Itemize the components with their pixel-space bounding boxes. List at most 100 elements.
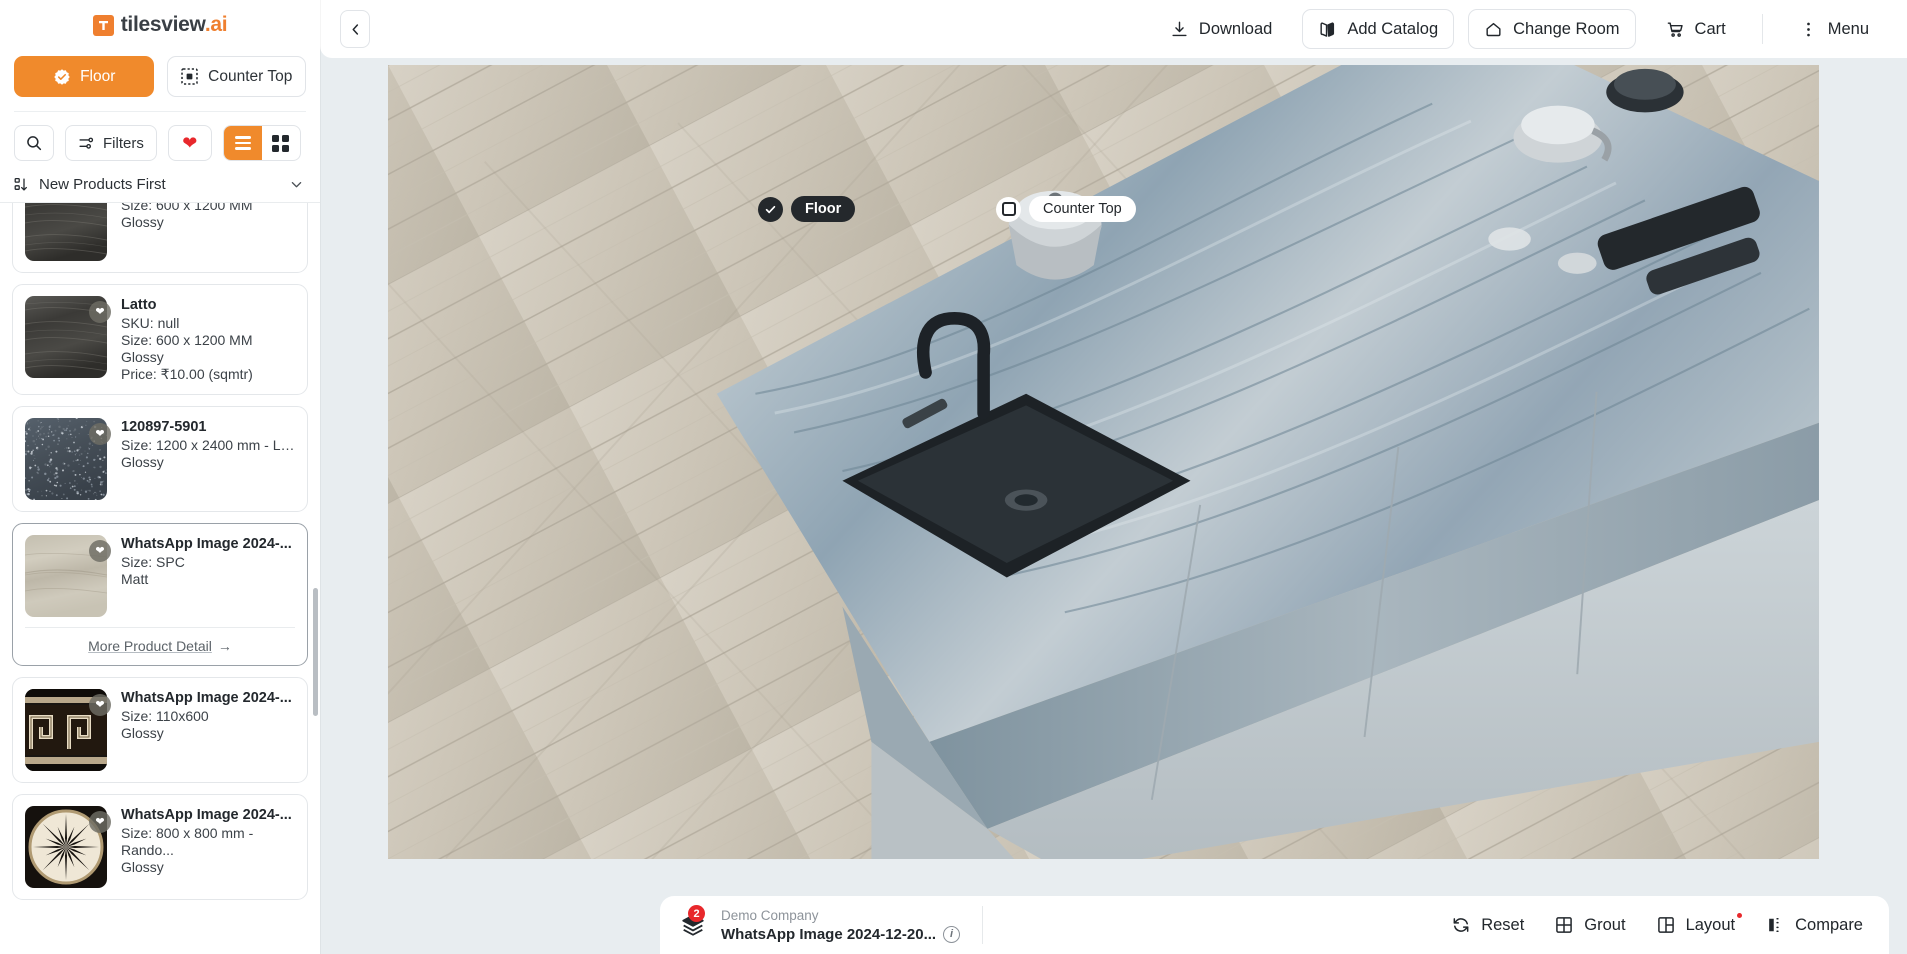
product-thumbnail-wrap <box>25 203 107 261</box>
dots-vertical-icon <box>1799 20 1818 39</box>
favorite-heart-icon[interactable]: ❤ <box>89 811 111 834</box>
favorites-button[interactable]: ❤ <box>167 125 212 161</box>
project-text: Demo Company WhatsApp Image 2024-12-20..… <box>721 907 961 943</box>
product-info: WhatsApp Image 2024-... Size: 800 x 800 m… <box>121 806 295 888</box>
product-size: Size: 1200 x 2400 mm - Lar... <box>121 437 295 454</box>
product-thumbnail[interactable] <box>25 203 107 261</box>
scrollbar-thumb[interactable] <box>313 588 318 716</box>
product-thumbnail-wrap: ❤ <box>25 535 111 618</box>
menu-button[interactable]: Menu <box>1783 9 1885 49</box>
product-info: Latto SKU: null Size: 600 x 1200 MM Glossy P… <box>121 296 295 383</box>
product-thumbnail-wrap: ❤ <box>25 689 111 772</box>
sidebar: tilesview.ai Floor Counter Top Filters ❤… <box>0 0 320 954</box>
grid-view-button[interactable] <box>262 126 300 160</box>
product-card-body: SKU: 123456789Size: 600 x 1200 MMGlossy <box>25 203 295 261</box>
product-card[interactable]: ❤ WhatsApp Image 2024-... Size: 800 x 800 … <box>12 794 308 901</box>
product-thumbnail-wrap: ❤ <box>25 418 111 501</box>
filters-button[interactable]: Filters <box>65 125 157 161</box>
reset-icon <box>1451 915 1471 935</box>
file-name-row: WhatsApp Image 2024-12-20... i <box>721 925 961 943</box>
add-catalog-label: Add Catalog <box>1347 19 1439 38</box>
product-card-body: ❤ 120897-5901 Size: 1200 x 2400 mm - Lar..… <box>25 418 295 501</box>
sidebar-item-floor[interactable]: Floor <box>14 56 154 97</box>
sort-icon <box>14 177 30 193</box>
overlay-counter-top[interactable]: Counter Top <box>996 196 1136 222</box>
product-finish: Glossy <box>121 725 164 742</box>
product-finish: Matt <box>121 571 149 588</box>
grout-label: Grout <box>1584 915 1626 934</box>
cart-icon <box>1666 20 1685 39</box>
brand-name: tilesview.ai <box>120 13 228 36</box>
product-info: WhatsApp Image 2024-... Size: 110x600 Glos… <box>121 689 295 771</box>
layout-button[interactable]: Layout <box>1656 913 1743 935</box>
info-icon[interactable]: i <box>943 925 961 943</box>
dashed-square-icon <box>180 67 199 86</box>
cart-button[interactable]: Cart <box>1650 9 1742 49</box>
product-size-cont: Rando... <box>121 842 174 859</box>
product-card-body: ❤ WhatsApp Image 2024-... Size: 110x600 Glo… <box>25 689 295 772</box>
overlay-floor-checkbox[interactable] <box>758 196 783 222</box>
add-catalog-button[interactable]: Add Catalog <box>1302 9 1455 49</box>
tilesview-logo-icon <box>92 14 114 36</box>
product-finish: Glossy <box>121 349 164 366</box>
product-title: WhatsApp Image 2024-... <box>121 536 292 553</box>
product-card[interactable]: ❤ 120897-5901 Size: 1200 x 2400 mm - Lar..… <box>12 406 308 513</box>
project-info[interactable]: 2 Demo Company WhatsApp Image 2024-12-20… <box>678 905 961 943</box>
chevron-left-icon <box>348 22 363 37</box>
reset-button[interactable]: Reset <box>1451 915 1524 935</box>
product-size: Size: 600 x 1200 MM <box>121 332 253 349</box>
toolbar-divider <box>1761 14 1763 44</box>
product-finish: Glossy <box>121 859 164 876</box>
search-button[interactable] <box>14 125 54 161</box>
grout-grid-icon <box>1554 915 1574 935</box>
sort-selector[interactable]: New Products First <box>0 171 320 202</box>
layers-icon[interactable]: 2 <box>678 905 708 940</box>
room-canvas[interactable]: Floor Counter Top <box>388 65 1819 859</box>
sidebar-scrollbar[interactable] <box>313 203 318 954</box>
product-list[interactable]: SKU: 123456789Size: 600 x 1200 MMGlossy ❤… <box>0 203 320 954</box>
sliders-icon <box>78 135 95 152</box>
room-visualization <box>388 65 1819 859</box>
more-product-detail-label: More Product Detail <box>88 638 212 655</box>
grid-view-icon <box>272 134 290 152</box>
brand-logo[interactable]: tilesview.ai <box>92 13 228 37</box>
overlay-floor[interactable]: Floor <box>758 196 856 222</box>
product-card[interactable]: ❤ Latto SKU: null Size: 600 x 1200 MM Glossy… <box>12 284 308 396</box>
grout-button[interactable]: Grout <box>1554 915 1626 935</box>
overlay-floor-label[interactable]: Floor <box>791 196 856 222</box>
cart-label: Cart <box>1694 19 1726 38</box>
sidebar-item-counter-top[interactable]: Counter Top <box>166 56 306 97</box>
bottombar-divider <box>982 906 984 944</box>
filters-label: Filters <box>103 134 144 152</box>
bottom-actions: Reset Grout Layout Compare <box>1451 913 1863 935</box>
bottom-toolbar: 2 Demo Company WhatsApp Image 2024-12-20… <box>660 896 1889 954</box>
product-info: SKU: 123456789Size: 600 x 1200 MMGlossy <box>121 203 295 261</box>
layout-label: Layout <box>1685 915 1736 934</box>
favorite-heart-icon[interactable]: ❤ <box>89 694 111 717</box>
product-card[interactable]: ❤ WhatsApp Image 2024-... Size: 110x600 Glo… <box>12 677 308 784</box>
product-card[interactable]: SKU: 123456789Size: 600 x 1200 MMGlossy <box>12 203 308 273</box>
change-room-button[interactable]: Change Room <box>1468 9 1636 49</box>
back-button[interactable] <box>340 10 370 48</box>
catalog-icon <box>1318 20 1337 39</box>
home-icon <box>1484 20 1503 39</box>
overlay-counter-top-checkbox[interactable] <box>996 196 1021 222</box>
overlay-counter-top-label[interactable]: Counter Top <box>1029 196 1136 222</box>
favorite-heart-icon[interactable]: ❤ <box>89 423 111 446</box>
favorite-heart-icon[interactable]: ❤ <box>89 301 111 323</box>
more-product-detail-link[interactable]: More Product Detail → <box>25 628 295 654</box>
favorite-heart-icon[interactable]: ❤ <box>89 540 111 563</box>
product-info: 120897-5901 Size: 1200 x 2400 mm - Lar...… <box>121 418 295 500</box>
list-view-button[interactable] <box>223 126 262 160</box>
product-card[interactable]: ❤ WhatsApp Image 2024-... Size: SPC Matt Mor… <box>12 523 308 667</box>
sidebar-item-floor-label: Floor <box>80 67 116 85</box>
heart-icon: ❤ <box>182 133 198 153</box>
compare-button[interactable]: Compare <box>1765 915 1863 935</box>
download-button[interactable]: Download <box>1154 9 1288 49</box>
change-room-label: Change Room <box>1513 19 1620 38</box>
product-title: WhatsApp Image 2024-... <box>121 690 292 707</box>
sidebar-item-counter-top-label: Counter Top <box>208 67 293 85</box>
product-card-body: ❤ WhatsApp Image 2024-... Size: SPC Matt <box>25 535 295 618</box>
surface-tabs: Floor Counter Top <box>0 50 320 111</box>
product-title: Latto <box>121 297 157 313</box>
